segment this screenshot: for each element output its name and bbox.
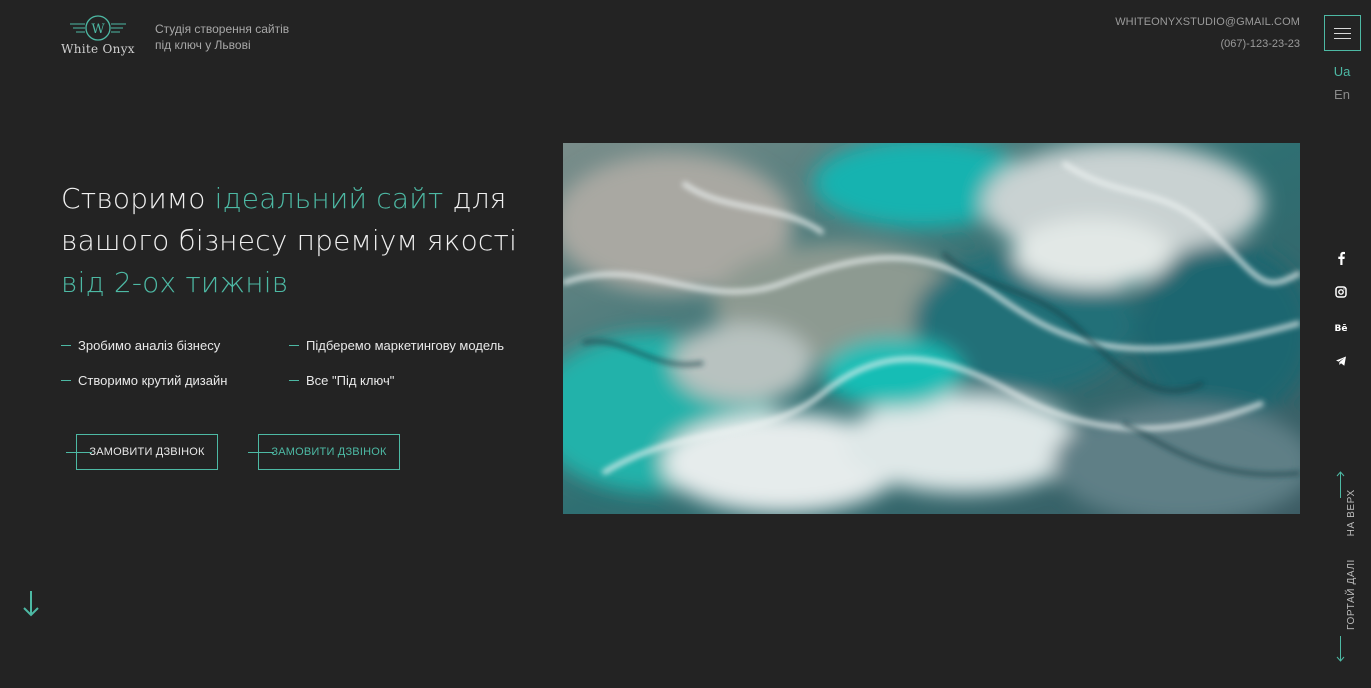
contact-info: WHITEONYXSTUDIO@GMAIL.COM (067)-123-23-2…: [1115, 16, 1300, 50]
order-call-button-secondary[interactable]: ЗАМОВИТИ ДЗВІНОК: [248, 434, 400, 470]
facebook-icon[interactable]: [1331, 251, 1351, 265]
hamburger-icon-line: [1334, 37, 1351, 39]
svg-text:Bē: Bē: [1335, 324, 1348, 333]
order-call-button[interactable]: ЗАМОВИТИ ДЗВІНОК: [66, 434, 218, 470]
scroll-further-label[interactable]: ГОРТАЙ ДАЛІ: [1346, 559, 1357, 630]
hero-headline: Створимо ідеальний сайт для вашого бізне…: [61, 178, 517, 304]
hamburger-icon-line: [1334, 32, 1351, 34]
phone-link[interactable]: (067)-123-23-23: [1115, 38, 1301, 50]
headline-accent2: від 2-ох тижнів: [61, 266, 289, 299]
marble-art-image: [563, 143, 1300, 514]
feature-item: Створимо крутий дизайн: [61, 373, 227, 388]
arrow-up-icon[interactable]: [1335, 470, 1346, 500]
instagram-icon[interactable]: [1331, 286, 1351, 298]
behance-icon[interactable]: Bē: [1331, 321, 1351, 333]
feature-item: Все "Під ключ": [289, 373, 394, 388]
feature-item: Підберемо маркетингову модель: [289, 338, 504, 353]
feature-item: Зробимо аналіз бізнесу: [61, 338, 220, 353]
arrow-down-small-icon[interactable]: [1335, 636, 1346, 664]
menu-button[interactable]: [1324, 15, 1361, 51]
tagline: Студія створення сайтів під ключ у Львов…: [155, 21, 289, 53]
side-nav-text[interactable]: ГОРТАЙ ДАЛІ НА ВЕРХ: [1346, 489, 1357, 630]
lang-en[interactable]: En: [1327, 87, 1357, 102]
headline-text: Створимо: [61, 182, 215, 215]
to-top-label[interactable]: НА ВЕРХ: [1346, 489, 1357, 536]
feature-text: Все "Під ключ": [306, 373, 395, 388]
language-switcher: Ua En: [1327, 64, 1357, 102]
lang-ua[interactable]: Ua: [1327, 64, 1357, 79]
scroll-down-arrow-icon[interactable]: [21, 589, 41, 619]
feature-text: Зробимо аналіз бізнесу: [78, 338, 221, 353]
dash-icon: [289, 380, 299, 381]
logo-emblem-icon: W: [70, 15, 126, 41]
logo[interactable]: W White Onyx: [60, 14, 136, 56]
tagline-line2: під ключ у Львові: [155, 38, 251, 52]
headline-line2: вашого бізнесу преміум якості: [61, 224, 518, 257]
svg-text:W: W: [91, 22, 105, 37]
hamburger-icon-line: [1334, 27, 1351, 29]
headline-text: для: [443, 182, 507, 215]
dash-icon: [61, 345, 71, 346]
telegram-icon[interactable]: [1331, 355, 1351, 367]
dash-icon: [289, 345, 299, 346]
tagline-line1: Студія створення сайтів: [155, 22, 290, 36]
headline-accent: ідеальний сайт: [214, 182, 444, 215]
feature-text: Підберемо маркетингову модель: [306, 338, 505, 353]
dash-icon: [61, 380, 71, 381]
feature-text: Створимо крутий дизайн: [78, 373, 228, 388]
email-link[interactable]: WHITEONYXSTUDIO@GMAIL.COM: [1115, 16, 1300, 28]
logo-name: White Onyx: [61, 42, 135, 56]
